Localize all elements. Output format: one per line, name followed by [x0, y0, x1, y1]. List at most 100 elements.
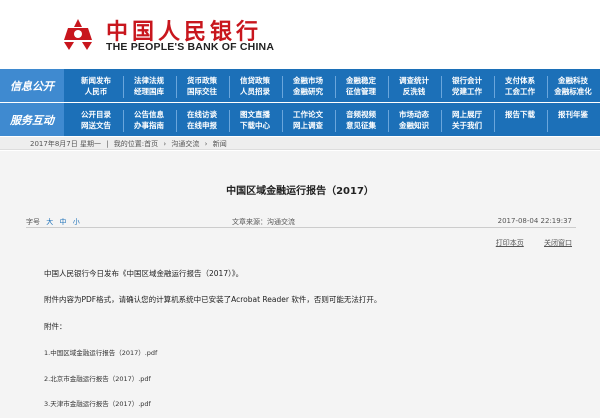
nav-item-group: 信贷政策 人员招录 — [229, 71, 281, 101]
nav-link[interactable]: 金融稳定 — [335, 75, 387, 86]
nav-link[interactable]: 银行会计 — [441, 75, 493, 86]
nav-item-group: 公告信息 办事指南 — [123, 105, 175, 135]
nav-link[interactable]: 网送文告 — [70, 120, 122, 131]
nav-link[interactable]: 网上展厅 — [441, 109, 493, 120]
logo-english-name[interactable]: THE PEOPLE'S BANK OF CHINA — [106, 41, 274, 53]
article-paragraph: 附件内容为PDF格式，请确认您的计算机系统中已安装了Acrobat Reader… — [44, 295, 382, 304]
nav-item-group: 货币政策 国际交往 — [176, 71, 228, 101]
attachment-link[interactable]: 3.天津市金融运行报告（2017）.pdf — [44, 398, 151, 408]
nav-link[interactable]: 关于我们 — [441, 120, 493, 131]
nav-link[interactable]: 公开目录 — [70, 109, 122, 120]
pboc-logo-icon[interactable] — [60, 16, 96, 52]
nav-item-group: 公开目录 网送文告 — [70, 105, 122, 135]
nav-item-group: 调查统计 反洗钱 — [388, 71, 440, 101]
nav-link[interactable]: 货币政策 — [176, 75, 228, 86]
breadcrumb-arrow: › — [163, 140, 167, 148]
nav-item-group: 金融市场 金融研究 — [282, 71, 334, 101]
nav-divider — [176, 76, 177, 98]
nav-divider — [441, 76, 442, 98]
attachments-label: 附件： — [44, 322, 67, 331]
nav-link[interactable]: 公告信息 — [123, 109, 175, 120]
article-title: 中国区域金融运行报告（2017） — [226, 186, 374, 197]
nav-divider — [229, 76, 230, 98]
nav-divider — [282, 76, 283, 98]
breadcrumb-date: 2017年8月7日 星期一 — [30, 140, 101, 148]
nav-item-group: 支付体系 工会工作 — [494, 71, 546, 101]
close-window-link[interactable]: 关闭窗口 — [544, 239, 572, 247]
nav-link[interactable]: 图文直播 — [229, 109, 281, 120]
breadcrumb-home[interactable]: 我的位置:首页 — [114, 140, 158, 148]
nav-link[interactable]: 党建工作 — [441, 86, 493, 97]
nav-item-group: 法律法规 经理国库 — [123, 71, 175, 101]
article-date: 2017-08-04 22:19:37 — [497, 217, 572, 225]
nav-link[interactable]: 人民币 — [70, 86, 122, 97]
nav-link[interactable]: 工作论文 — [282, 109, 334, 120]
nav-link[interactable]: 金融研究 — [282, 86, 334, 97]
nav-section-title-service[interactable]: 服务互动 — [0, 103, 64, 136]
nav-link[interactable]: 报刊年鉴 — [547, 109, 599, 120]
site-header: 中国人民银行 THE PEOPLE'S BANK OF CHINA — [0, 0, 600, 68]
nav-item-group: 图文直播 下载中心 — [229, 105, 281, 135]
attachment-link[interactable]: 1.中国区域金融运行报告（2017）.pdf — [44, 347, 157, 357]
nav-link[interactable]: 支付体系 — [494, 75, 546, 86]
nav-link[interactable]: 报告下载 — [494, 109, 546, 120]
nav-link[interactable]: 调查统计 — [388, 75, 440, 86]
article-source: 文章来源：沟通交流 — [232, 218, 295, 226]
nav-link — [547, 120, 599, 131]
nav-link[interactable]: 音频视频 — [335, 109, 387, 120]
font-small-link[interactable]: 小 — [73, 218, 80, 226]
nav-link[interactable]: 金融标准化 — [547, 86, 599, 97]
nav-divider — [176, 110, 177, 132]
article-panel: 中国区域金融运行报告（2017） 字号 大 中 小 文章来源：沟通交流 2017… — [0, 151, 600, 418]
nav-item-group: 在线访谈 在线申报 — [176, 105, 228, 135]
nav-link[interactable]: 人员招录 — [229, 86, 281, 97]
breadcrumb-communication[interactable]: 沟通交流 — [171, 140, 199, 148]
nav-row-info-disclosure: 信息公开 新闻发布 人民币 法律法规 经理国库 货币政策 国际交往 信贷政策 人员招录 金融市场… — [0, 69, 600, 102]
nav-link[interactable]: 工会工作 — [494, 86, 546, 97]
nav-divider — [229, 110, 230, 132]
nav-divider — [123, 110, 124, 132]
nav-link[interactable]: 反洗钱 — [388, 86, 440, 97]
attachment-link[interactable]: 2.北京市金融运行报告（2017）.pdf — [44, 373, 151, 383]
nav-link[interactable]: 金融知识 — [388, 120, 440, 131]
breadcrumb-sep: | — [106, 140, 109, 148]
nav-link[interactable]: 信贷政策 — [229, 75, 281, 86]
nav-item-group: 新闻发布 人民币 — [70, 71, 122, 101]
font-medium-link[interactable]: 中 — [59, 218, 66, 226]
nav-item-group: 金融科技 金融标准化 — [547, 71, 599, 101]
breadcrumb-news[interactable]: 新闻 — [213, 140, 227, 148]
nav-divider — [547, 76, 548, 98]
nav-section-title-info[interactable]: 信息公开 — [0, 69, 64, 102]
nav-link[interactable]: 新闻发布 — [70, 75, 122, 86]
nav-link[interactable]: 下载中心 — [229, 120, 281, 131]
font-large-link[interactable]: 大 — [46, 218, 53, 226]
nav-divider — [123, 76, 124, 98]
nav-link[interactable]: 法律法规 — [123, 75, 175, 86]
nav-item-group: 市场动态 金融知识 — [388, 105, 440, 135]
nav-link[interactable]: 征信管理 — [335, 86, 387, 97]
nav-link[interactable]: 网上调查 — [282, 120, 334, 131]
breadcrumb-arrow: › — [204, 140, 208, 148]
nav-item-group: 金融稳定 征信管理 — [335, 71, 387, 101]
nav-link[interactable]: 办事指南 — [123, 120, 175, 131]
font-size-label: 字号 — [26, 218, 40, 226]
nav-link[interactable]: 金融市场 — [282, 75, 334, 86]
nav-link[interactable]: 市场动态 — [388, 109, 440, 120]
nav-divider — [388, 110, 389, 132]
nav-divider — [494, 76, 495, 98]
nav-link[interactable]: 意见征集 — [335, 120, 387, 131]
nav-divider — [441, 110, 442, 132]
nav-link[interactable]: 经理国库 — [123, 86, 175, 97]
print-page-link[interactable]: 打印本页 — [496, 239, 524, 247]
nav-divider — [547, 110, 548, 132]
nav-link[interactable]: 国际交往 — [176, 86, 228, 97]
nav-link[interactable]: 在线访谈 — [176, 109, 228, 120]
nav-link[interactable]: 金融科技 — [547, 75, 599, 86]
nav-link[interactable]: 在线申报 — [176, 120, 228, 131]
nav-item-group: 音频视频 意见征集 — [335, 105, 387, 135]
nav-row-service-interaction: 服务互动 公开目录 网送文告 公告信息 办事指南 在线访谈 在线申报 图文直播 下载中心 工作论… — [0, 103, 600, 136]
article-paragraph: 中国人民银行今日发布《中国区域金融运行报告（2017）》。 — [44, 269, 244, 278]
nav-divider — [494, 110, 495, 132]
nav-divider — [388, 76, 389, 98]
nav-item-group: 报告下载 — [494, 105, 546, 135]
